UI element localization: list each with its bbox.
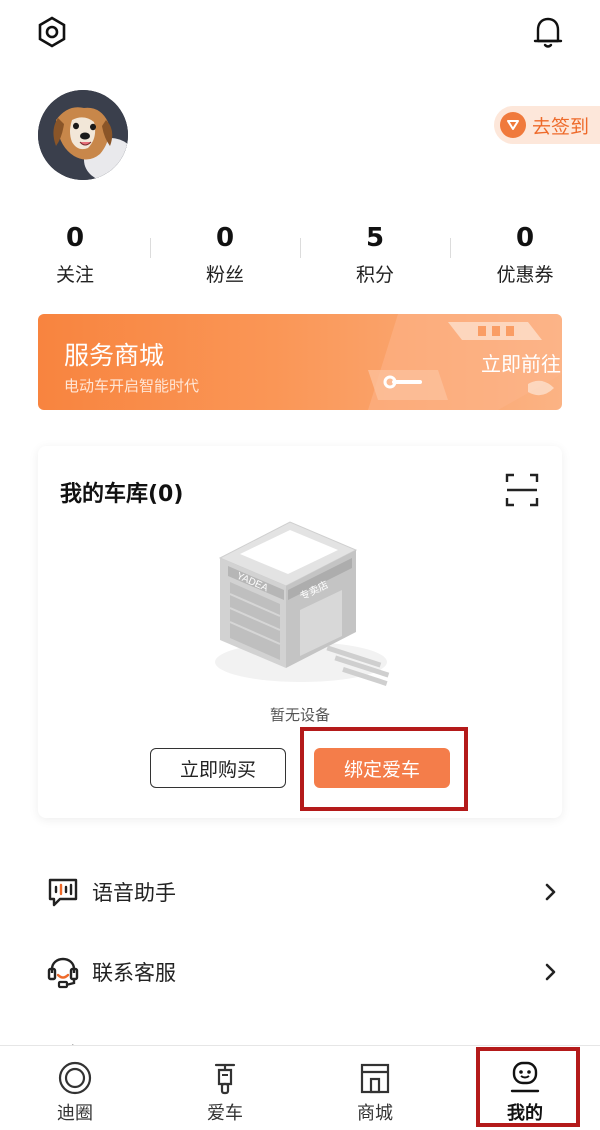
banner-title: 服务商城 [64,341,165,370]
banner-go-button[interactable]: 立即前往 [474,342,562,382]
divider [300,238,301,258]
chevron-right-icon [545,883,556,901]
stat-label: 积分 [355,264,394,286]
stat-followers[interactable]: 0 粉丝 [165,222,285,288]
tab-label: 商城 [357,1103,393,1124]
empty-state-text: 暂无设备 [269,706,330,724]
stat-label: 优惠券 [496,264,554,286]
garage-title: 我的车库(0) [60,482,184,507]
menu-item-voice-assistant[interactable]: 语音助手 [0,858,600,928]
top-bar [0,0,600,70]
avatar[interactable] [38,90,128,180]
stat-following[interactable]: 0 关注 [15,222,135,288]
stats-row: 0 关注 0 粉丝 5 积分 0 优惠券 [0,222,600,294]
service-mall-banner[interactable]: 服务商城 电动车开启智能时代 立即前往 [38,314,562,410]
checkin-button[interactable]: 去签到 [494,106,600,144]
tab-store[interactable]: 商城 [300,1046,450,1130]
checkin-label: 去签到 [532,115,590,138]
stat-value: 0 [215,223,235,253]
stat-value: 0 [515,223,535,253]
chevron-right-icon [545,963,556,981]
buy-now-button[interactable]: 立即购买 [150,748,286,788]
bell-icon[interactable] [528,12,568,52]
stat-label: 关注 [55,264,94,286]
highlight-box-bind [300,727,468,811]
menu-label: 语音助手 [92,881,176,905]
empty-garage-illustration: YADEA 专卖店 [215,521,390,686]
stat-points[interactable]: 5 积分 [315,222,435,288]
customer-service-icon [47,957,79,989]
settings-icon[interactable] [34,14,70,50]
scooter-icon [214,1063,236,1095]
stat-coupons[interactable]: 0 优惠券 [465,222,585,288]
highlight-box-profile-tab [476,1047,580,1127]
divider [450,238,451,258]
scan-icon[interactable] [504,472,540,508]
banner-subtitle: 电动车开启智能时代 [64,377,200,395]
store-icon [360,1063,390,1094]
tab-vehicle[interactable]: 爱车 [150,1046,300,1130]
menu-item-customer-service[interactable]: 联系客服 [0,938,600,1008]
checkin-icon [500,112,526,138]
circle-icon [58,1061,92,1095]
tab-label: 爱车 [207,1103,243,1124]
stat-value: 5 [365,223,385,253]
tab-label: 迪圈 [57,1103,93,1124]
menu-label: 联系客服 [92,961,176,985]
stat-label: 粉丝 [205,264,244,286]
stat-value: 0 [65,223,85,253]
divider [150,238,151,258]
voice-assistant-icon [48,878,78,907]
tab-circle[interactable]: 迪圈 [0,1046,150,1130]
